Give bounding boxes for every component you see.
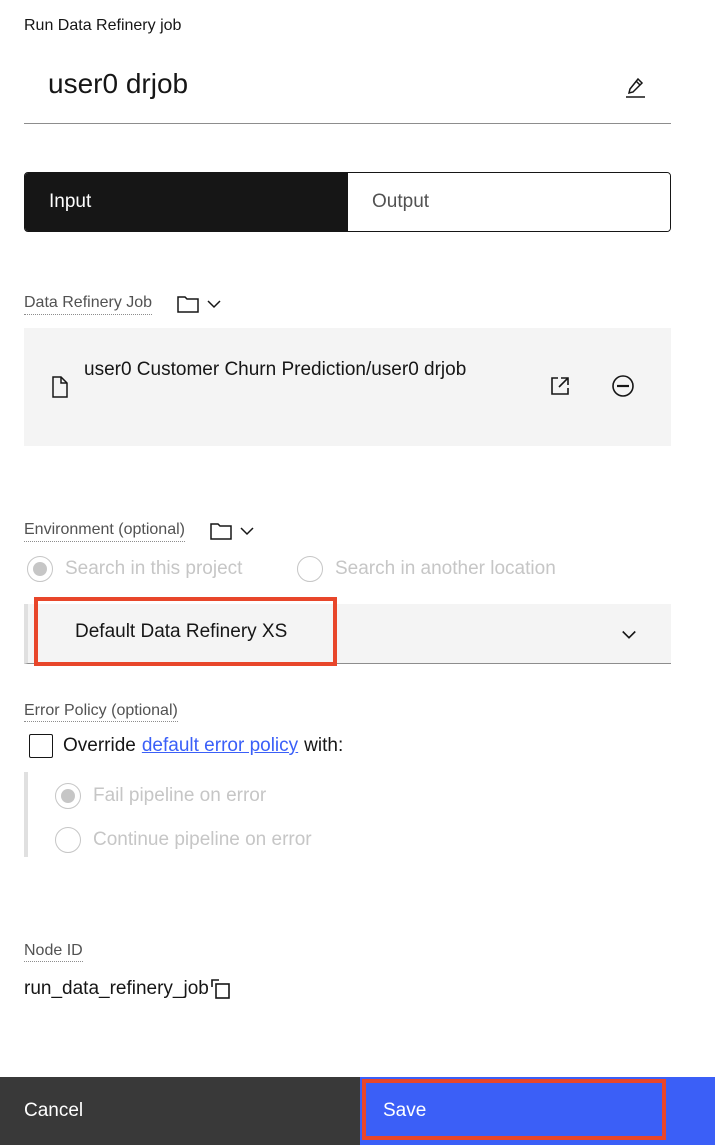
radio-label: Search in this project xyxy=(65,558,243,579)
override-suffix: with: xyxy=(304,735,344,756)
folder-icon xyxy=(177,296,199,313)
radio-search-this-project[interactable]: Search in this project xyxy=(27,556,242,582)
job-title-field: user0 drjob xyxy=(24,60,671,124)
radio-button[interactable] xyxy=(55,827,81,853)
selected-job-path: user0 Customer Churn Prediction/user0 dr… xyxy=(84,359,467,380)
input-output-tabs: Input Output xyxy=(24,172,671,232)
copy-icon[interactable] xyxy=(210,978,232,1000)
tab-output[interactable]: Output xyxy=(348,173,670,231)
edit-icon[interactable] xyxy=(623,75,647,99)
environment-label-row: Environment (optional) xyxy=(24,519,255,543)
radio-continue-pipeline[interactable]: Continue pipeline on error xyxy=(55,827,312,853)
data-refinery-job-label-row: Data Refinery Job xyxy=(24,292,222,316)
panel-heading: Run Data Refinery job xyxy=(24,17,182,34)
radio-search-another-location[interactable]: Search in another location xyxy=(297,556,556,582)
default-error-policy-link[interactable]: default error policy xyxy=(142,735,298,757)
radio-button-selected[interactable] xyxy=(55,783,81,809)
launch-icon[interactable] xyxy=(548,374,572,398)
folder-icon xyxy=(210,523,232,540)
node-id-value: run_data_refinery_job xyxy=(24,978,209,999)
data-refinery-job-label: Data Refinery Job xyxy=(24,294,153,315)
chevron-down-icon xyxy=(619,624,639,644)
radio-label: Fail pipeline on error xyxy=(93,785,267,806)
remove-icon[interactable] xyxy=(611,374,635,398)
cancel-button[interactable]: Cancel xyxy=(0,1077,360,1145)
save-button[interactable]: Save xyxy=(360,1077,715,1145)
override-error-policy-row: Override default error policy with: xyxy=(29,734,343,758)
radio-label: Continue pipeline on error xyxy=(93,829,312,850)
environment-select[interactable]: Default Data Refinery XS xyxy=(24,604,671,664)
footer-actions: Cancel Save xyxy=(0,1077,715,1145)
radio-button-selected[interactable] xyxy=(27,556,53,582)
tab-input[interactable]: Input xyxy=(25,173,348,231)
override-checkbox[interactable] xyxy=(29,734,53,758)
browse-job-button[interactable] xyxy=(176,292,222,316)
environment-label: Environment (optional) xyxy=(24,521,185,542)
chevron-down-icon xyxy=(240,527,254,536)
radio-label: Search in another location xyxy=(335,558,556,579)
document-icon xyxy=(50,376,70,398)
job-title: user0 drjob xyxy=(48,68,189,99)
override-prefix: Override xyxy=(63,735,136,756)
browse-environment-button[interactable] xyxy=(209,519,255,543)
node-id-label-row: Node ID xyxy=(24,942,83,962)
chevron-down-icon xyxy=(207,300,221,309)
environment-select-value: Default Data Refinery XS xyxy=(75,621,288,642)
selected-job-card: user0 Customer Churn Prediction/user0 dr… xyxy=(24,328,671,446)
policy-group-indicator xyxy=(24,772,28,857)
error-policy-label: Error Policy (optional) xyxy=(24,702,178,722)
error-policy-label-row: Error Policy (optional) xyxy=(24,702,178,722)
radio-fail-pipeline[interactable]: Fail pipeline on error xyxy=(55,783,266,809)
node-id-label: Node ID xyxy=(24,942,83,962)
node-id-row: run_data_refinery_job xyxy=(24,978,232,1000)
radio-button[interactable] xyxy=(297,556,323,582)
